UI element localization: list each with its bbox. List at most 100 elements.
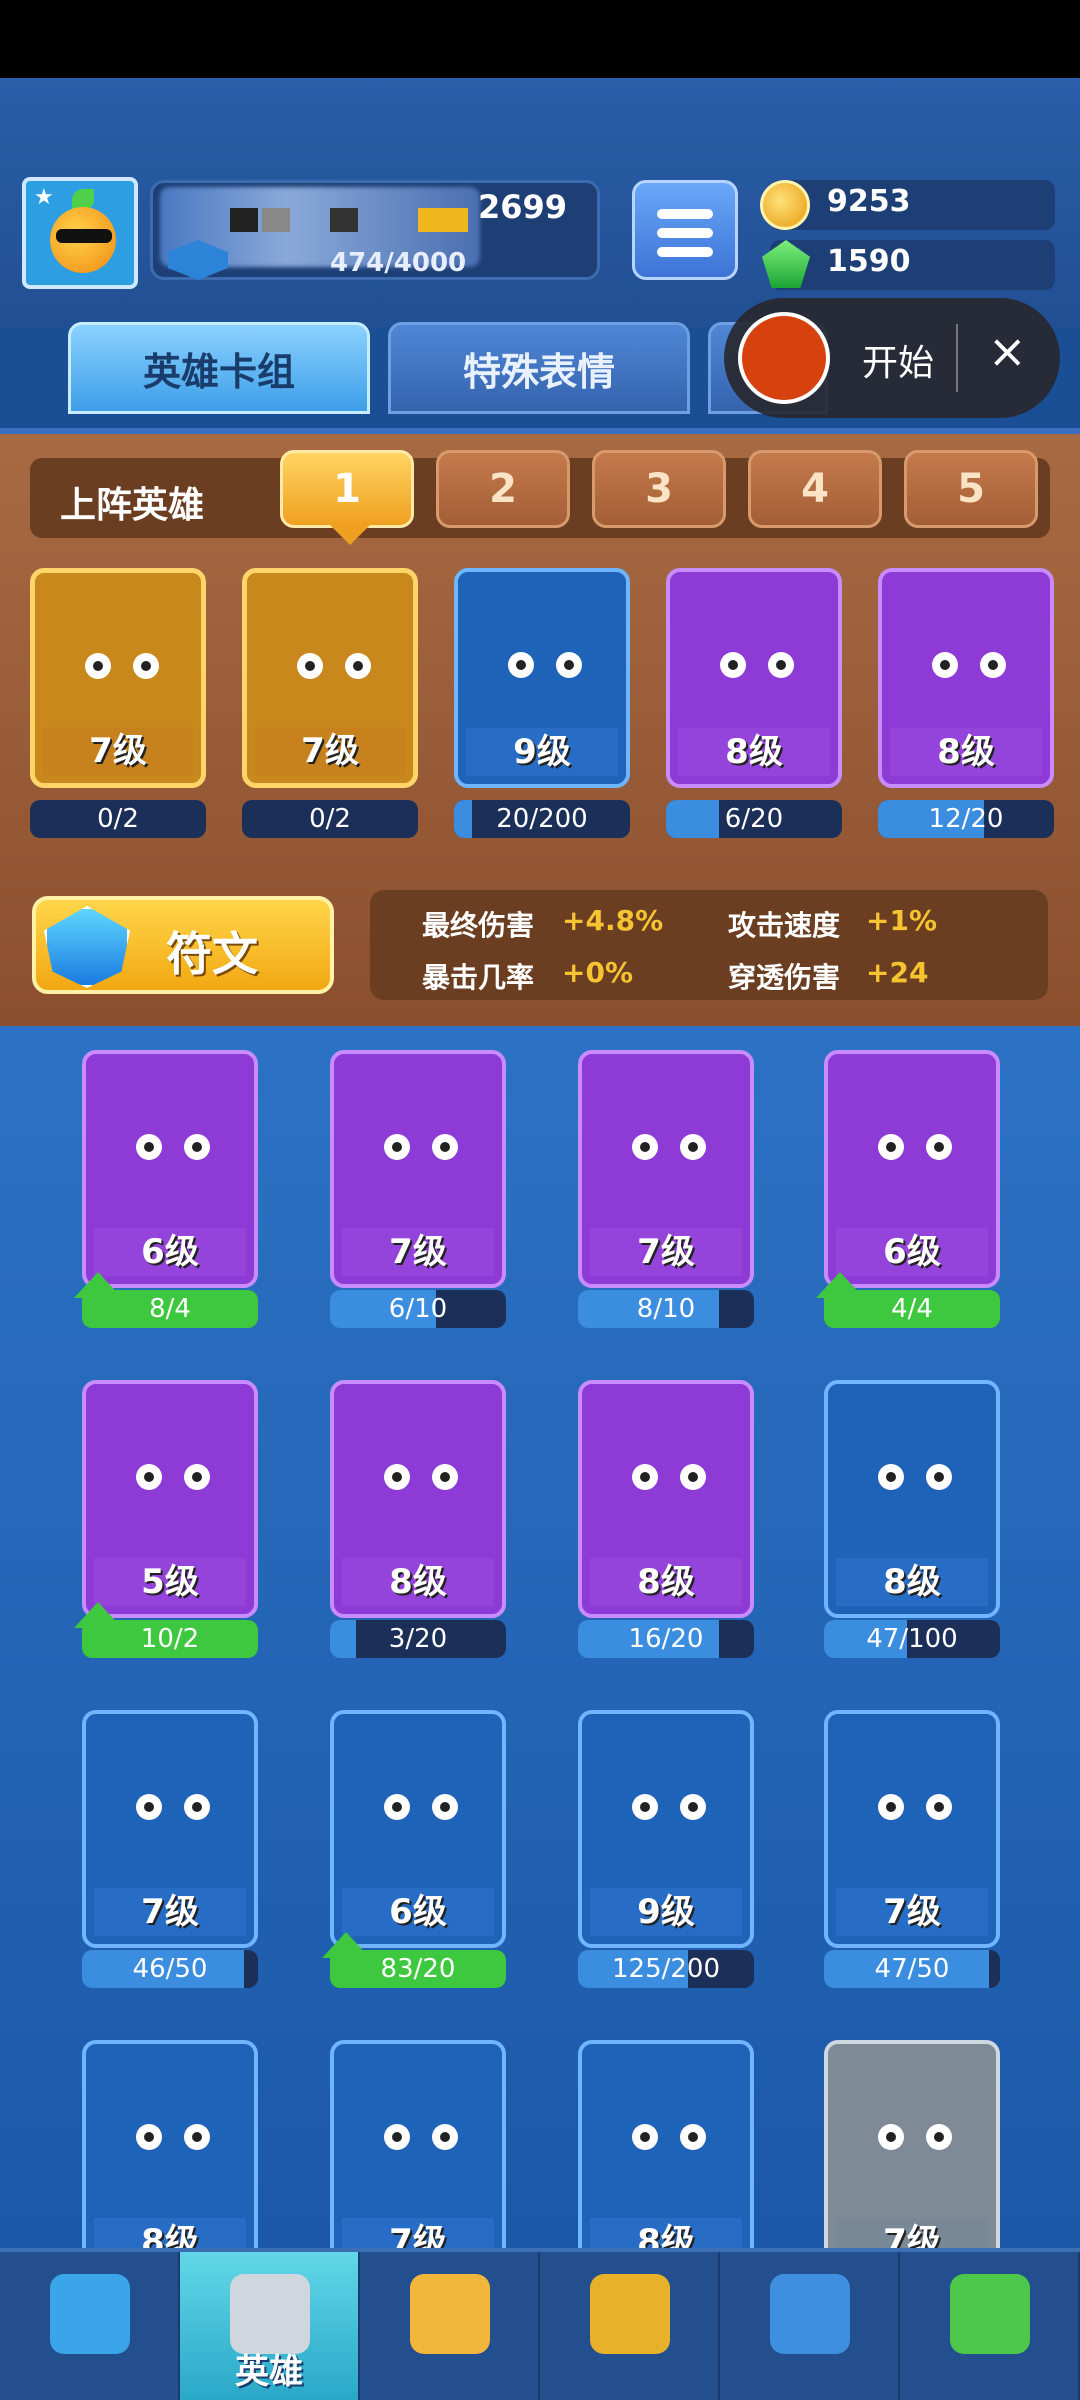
player-avatar[interactable]: ★ [22, 177, 138, 289]
hero-eye [980, 652, 1006, 678]
hero-card[interactable]: 5级 [82, 1380, 258, 1618]
rune-label: 符文 [166, 927, 258, 981]
hero-eye [136, 1464, 162, 1490]
lineup-slot-3[interactable]: 3 [592, 450, 726, 528]
hero-card[interactable]: 6级 [82, 1050, 258, 1288]
hero-eye [136, 2124, 162, 2150]
hero-card[interactable]: 9级 [578, 1710, 754, 1948]
blurred-pixel [418, 208, 468, 232]
hero-progress-text: 125/200 [611, 1954, 720, 1984]
menu-icon [657, 209, 713, 219]
hero-eye [878, 1464, 904, 1490]
lineup-hero-card[interactable]: 7级 [242, 568, 418, 788]
hero-eye [768, 652, 794, 678]
blurred-pixel [230, 208, 258, 232]
hero-eye [136, 1794, 162, 1820]
treasure-chest-icon [50, 2274, 130, 2354]
hero-eye [926, 1134, 952, 1160]
hero-level: 6级 [342, 1888, 494, 1936]
hero-eye [680, 1134, 706, 1160]
hero-progress-text: 47/100 [866, 1624, 958, 1654]
hero-eye [184, 2124, 210, 2150]
lineup-slot-4[interactable]: 4 [748, 450, 882, 528]
hero-card[interactable]: 6级 [824, 1050, 1000, 1288]
nav-item-6[interactable] [900, 2252, 1080, 2400]
hero-eye [720, 652, 746, 678]
lineup-title: 上阵英雄 [60, 485, 205, 526]
rune-button[interactable]: 符文 [32, 896, 334, 994]
rune-gem-icon [44, 906, 130, 988]
hero-card[interactable]: 6级 [330, 1710, 506, 1948]
hero-progress-text: 6/10 [388, 1294, 448, 1324]
guild-banner-icon [770, 2274, 850, 2354]
hero-eye [384, 2124, 410, 2150]
hero-card[interactable]: 7级 [330, 1050, 506, 1288]
record-button[interactable] [738, 312, 830, 404]
progress-fill [454, 800, 472, 838]
crossed-swords-icon [410, 2274, 490, 2354]
lineup-slot-5[interactable]: 5 [904, 450, 1038, 528]
lineup-slot-1[interactable]: 1 [280, 450, 414, 545]
nav-label: 英雄 [235, 2352, 303, 2392]
tab-hero-deck[interactable]: 英雄卡组 [68, 322, 370, 414]
hero-card[interactable]: 7级 [82, 1710, 258, 1948]
hero-eye [297, 653, 323, 679]
hero-card[interactable]: 8级 [82, 2040, 258, 2278]
hero-eye [680, 2124, 706, 2150]
nav-item-3[interactable] [360, 2252, 540, 2400]
hero-card[interactable]: 7级 [330, 2040, 506, 2278]
nav-item-2[interactable]: 英雄 [180, 2252, 360, 2400]
hero-progress-text: 0/2 [97, 804, 139, 834]
hero-eye [926, 1794, 952, 1820]
screen-recorder-overlay: 开始 × [724, 298, 1060, 418]
record-start-label[interactable]: 开始 [862, 334, 934, 386]
hero-progress-text: 8/10 [636, 1294, 696, 1324]
close-icon[interactable]: × [988, 324, 1027, 378]
hero-card[interactable]: 7级 [824, 2040, 1000, 2278]
hero-eye [432, 1134, 458, 1160]
hero-card[interactable]: 8级 [578, 1380, 754, 1618]
player-xp: 474/4000 [330, 248, 467, 278]
hero-level: 7级 [94, 1888, 246, 1936]
gem-counter[interactable] [770, 240, 1055, 290]
hero-level: 7级 [590, 1228, 742, 1276]
hero-level: 7级 [43, 727, 193, 775]
tab-special-emotes[interactable]: 特殊表情 [388, 322, 690, 414]
hero-eye [85, 653, 111, 679]
hero-level: 6级 [94, 1228, 246, 1276]
hero-card[interactable]: 7级 [578, 1050, 754, 1288]
hero-progress-bar: 0/2 [30, 800, 206, 838]
hero-eye [432, 2124, 458, 2150]
coin-icon [760, 180, 810, 230]
menu-button[interactable] [632, 180, 738, 280]
hero-card[interactable]: 8级 [824, 1380, 1000, 1618]
stat-name: 穿透伤害 [728, 961, 841, 994]
hero-progress-text: 8/4 [149, 1294, 191, 1324]
nav-item-1[interactable] [0, 2252, 180, 2400]
stat-name: 最终伤害 [422, 909, 535, 942]
hero-progress-bar: 46/50 [82, 1950, 258, 1988]
hero-progress-text: 16/20 [628, 1624, 704, 1654]
hero-eye [184, 1794, 210, 1820]
hero-progress-text: 6/20 [724, 804, 784, 834]
hero-eye [926, 2124, 952, 2150]
nav-item-5[interactable] [720, 2252, 900, 2400]
stat-name: 暴击几率 [422, 961, 535, 994]
hero-card[interactable]: 8级 [578, 2040, 754, 2278]
hero-card[interactable]: 7级 [824, 1710, 1000, 1948]
coin-counter[interactable] [770, 180, 1055, 230]
hero-level: 8级 [342, 1558, 494, 1606]
lineup-hero-card[interactable]: 8级 [666, 568, 842, 788]
hero-card[interactable]: 8级 [330, 1380, 506, 1618]
hero-progress-bar: 0/2 [242, 800, 418, 838]
lineup-hero-card[interactable]: 8级 [878, 568, 1054, 788]
lineup-hero-card[interactable]: 9级 [454, 568, 630, 788]
hero-eye [632, 1464, 658, 1490]
hero-level: 8级 [890, 728, 1042, 776]
lineup-slot-2[interactable]: 2 [436, 450, 570, 528]
hero-level: 9级 [466, 728, 618, 776]
nav-item-4[interactable] [540, 2252, 720, 2400]
hero-eye [384, 1464, 410, 1490]
hero-progress-text: 20/200 [496, 804, 588, 834]
lineup-hero-card[interactable]: 7级 [30, 568, 206, 788]
